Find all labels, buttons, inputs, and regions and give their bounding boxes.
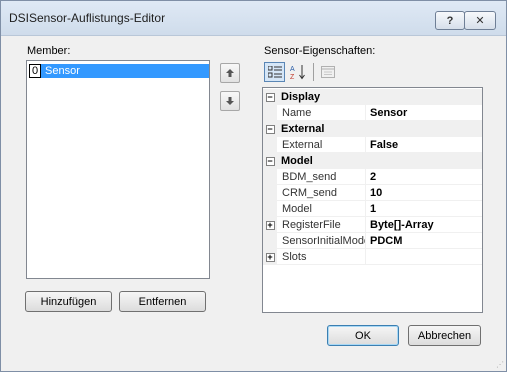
title-bar[interactable]: DSISensor-Auflistungs-Editor ? ✕ [1, 1, 506, 36]
member-label: Member: [27, 45, 71, 57]
svg-text:A: A [290, 66, 295, 73]
property-row-bdm-send[interactable]: BDM_send 2 [263, 169, 482, 185]
category-row-external[interactable]: − External [263, 121, 482, 137]
property-pages-button[interactable] [317, 62, 338, 82]
add-button[interactable]: Hinzufügen [25, 291, 112, 312]
property-name: Slots [277, 249, 366, 265]
property-value[interactable]: PDCM [366, 233, 482, 249]
property-row-register-file[interactable]: + RegisterFile Byte[]-Array [263, 217, 482, 233]
close-icon: ✕ [475, 15, 485, 27]
category-name: Display [281, 91, 321, 103]
category-row-display[interactable]: − Display [263, 89, 482, 105]
properties-toolbar: A Z [264, 61, 494, 83]
collection-editor-window: DSISensor-Auflistungs-Editor ? ✕ Member:… [0, 0, 507, 372]
help-icon: ? [446, 14, 454, 27]
expander-cell: + [263, 249, 277, 265]
property-value[interactable]: 10 [366, 185, 482, 201]
collapse-icon[interactable]: − [265, 156, 275, 166]
row-gutter [263, 185, 277, 201]
category-row-model[interactable]: − Model [263, 153, 482, 169]
cancel-button[interactable]: Abbrechen [408, 325, 481, 346]
category-name: Model [281, 155, 313, 167]
property-value[interactable]: 1 [366, 201, 482, 217]
property-row-slots[interactable]: + Slots [263, 249, 482, 265]
expand-icon[interactable]: + [265, 220, 275, 230]
property-row-name[interactable]: Name Sensor [263, 105, 482, 121]
toolbar-separator [313, 63, 314, 81]
move-up-button[interactable] [220, 63, 240, 83]
property-value[interactable]: Sensor [366, 105, 482, 121]
row-gutter [263, 201, 277, 217]
row-gutter [263, 105, 277, 121]
expander-cell: − [263, 89, 277, 105]
property-name: CRM_send [277, 185, 366, 201]
alphabetical-icon: A Z [290, 65, 305, 80]
row-gutter [263, 137, 277, 153]
remove-button[interactable]: Entfernen [119, 291, 206, 312]
up-arrow-icon [226, 69, 234, 77]
help-button[interactable]: ? [435, 11, 465, 30]
collapse-icon[interactable]: − [265, 92, 275, 102]
alphabetical-button[interactable]: A Z [287, 62, 308, 82]
property-name: BDM_send [277, 169, 366, 185]
dialog-client-area: Member: 0 Sensor Hinzufügen Entfernen Se… [10, 37, 497, 362]
row-gutter [263, 233, 277, 249]
property-row-model[interactable]: Model 1 [263, 201, 482, 217]
property-value[interactable]: False [366, 137, 482, 153]
property-value[interactable]: Byte[]-Array [366, 217, 482, 233]
collapse-icon[interactable]: − [265, 124, 275, 134]
move-down-button[interactable] [220, 91, 240, 111]
property-row-sensor-initial-mode[interactable]: SensorInitialMode PDCM [263, 233, 482, 249]
categorized-button[interactable] [264, 62, 285, 82]
property-name: SensorInitialMode [277, 233, 366, 249]
category-name: External [281, 123, 325, 135]
property-value[interactable] [366, 249, 482, 265]
close-button[interactable]: ✕ [464, 11, 496, 30]
property-name: External [277, 137, 366, 153]
member-list-item[interactable]: 0 Sensor [29, 64, 209, 78]
property-name: Model [277, 201, 366, 217]
resize-grip-icon[interactable]: ⋰ [496, 360, 504, 369]
member-name: Sensor [41, 64, 209, 78]
property-row-crm-send[interactable]: CRM_send 10 [263, 185, 482, 201]
expander-cell: + [263, 217, 277, 233]
expander-cell: − [263, 121, 277, 137]
property-pages-icon [320, 66, 335, 78]
property-value[interactable]: 2 [366, 169, 482, 185]
expand-icon[interactable]: + [265, 252, 275, 262]
svg-text:Z: Z [290, 74, 295, 80]
member-index: 0 [29, 64, 41, 78]
property-row-external[interactable]: External False [263, 137, 482, 153]
down-arrow-icon [226, 97, 234, 105]
ok-button[interactable]: OK [327, 325, 399, 346]
row-gutter [263, 169, 277, 185]
property-grid[interactable]: − Display Name Sensor − External Externa… [262, 87, 483, 313]
expander-cell: − [263, 153, 277, 169]
categorized-icon [267, 66, 282, 78]
property-name: Name [277, 105, 366, 121]
window-title: DSISensor-Auflistungs-Editor [9, 11, 166, 25]
member-list[interactable]: 0 Sensor [26, 60, 210, 279]
property-name: RegisterFile [277, 217, 366, 233]
properties-label: Sensor-Eigenschaften: [264, 45, 376, 57]
